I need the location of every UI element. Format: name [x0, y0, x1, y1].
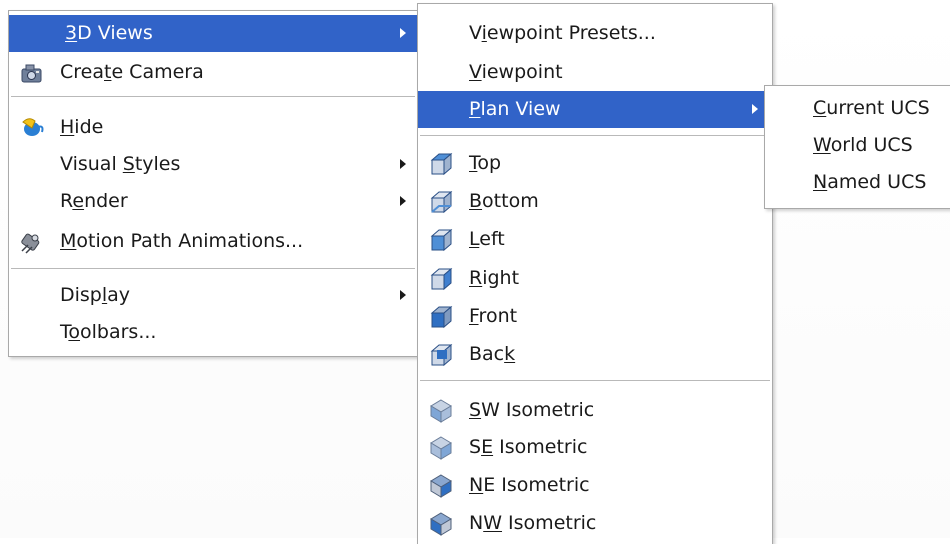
view-top-icon: [430, 152, 453, 176]
menu-item-render[interactable]: Render: [9, 183, 417, 220]
sw-isometric-icon: [430, 399, 452, 423]
menu-item-nw-isometric[interactable]: NW Isometric: [418, 505, 772, 542]
motion-path-icon: [21, 233, 40, 254]
se-isometric-icon: [430, 436, 452, 460]
menu-separator: [420, 135, 770, 136]
menu-separator: [11, 268, 415, 269]
menu-item-viewpoint-presets[interactable]: Viewpoint Presets...: [418, 15, 772, 52]
submenu-arrow-icon: [400, 196, 406, 206]
menu-item-display[interactable]: Display: [9, 277, 417, 314]
menu-item-viewpoint[interactable]: Viewpoint: [418, 54, 772, 91]
menu-item-named-ucs[interactable]: Named UCS: [765, 164, 950, 201]
submenu-arrow-icon: [400, 159, 406, 169]
menu-item-plan-view[interactable]: Plan View: [418, 91, 772, 128]
3d-views-submenu: Viewpoint Presets... Viewpoint Plan View…: [417, 3, 773, 544]
menu-separator: [420, 380, 770, 381]
view-left-icon: [430, 228, 453, 252]
menu-item-create-camera[interactable]: Create Camera: [9, 54, 417, 91]
view-bottom-icon: [430, 190, 453, 214]
menu-item-se-isometric[interactable]: SE Isometric: [418, 429, 772, 466]
view-front-icon: [430, 305, 453, 329]
menu-item-current-ucs[interactable]: Current UCS: [765, 90, 950, 127]
menu-item-ne-isometric[interactable]: NE Isometric: [418, 467, 772, 504]
menu-item-top[interactable]: Top: [418, 145, 772, 182]
menu-item-visual-styles[interactable]: Visual Styles: [9, 146, 417, 183]
camera-icon: [21, 64, 42, 83]
menu-item-back[interactable]: Back: [418, 336, 772, 373]
menu-item-motion-path-animations[interactable]: Motion Path Animations...: [9, 223, 417, 260]
submenu-arrow-icon: [400, 290, 406, 300]
ne-isometric-icon: [430, 474, 452, 498]
view-right-icon: [430, 267, 453, 291]
menu-item-left[interactable]: Left: [418, 221, 772, 258]
nw-isometric-icon: [430, 512, 452, 536]
hide-teapot-icon: [22, 118, 44, 136]
plan-view-submenu: Current UCS World UCS Named UCS: [764, 85, 950, 209]
menu-item-bottom[interactable]: Bottom: [418, 183, 772, 220]
submenu-arrow-icon: [400, 28, 406, 38]
menu-item-hide[interactable]: Hide: [9, 109, 417, 146]
view-menu: 3D Views Create Camera Hide Visual Style…: [8, 10, 418, 357]
menu-item-world-ucs[interactable]: World UCS: [765, 127, 950, 164]
menu-separator: [11, 96, 415, 97]
view-back-icon: [430, 343, 453, 367]
menu-item-sw-isometric[interactable]: SW Isometric: [418, 392, 772, 429]
menu-item-3d-views[interactable]: 3D Views: [9, 15, 417, 52]
menu-item-right[interactable]: Right: [418, 260, 772, 297]
menu-item-front[interactable]: Front: [418, 298, 772, 335]
submenu-arrow-icon: [752, 104, 758, 114]
menu-item-toolbars[interactable]: Toolbars...: [9, 314, 417, 351]
